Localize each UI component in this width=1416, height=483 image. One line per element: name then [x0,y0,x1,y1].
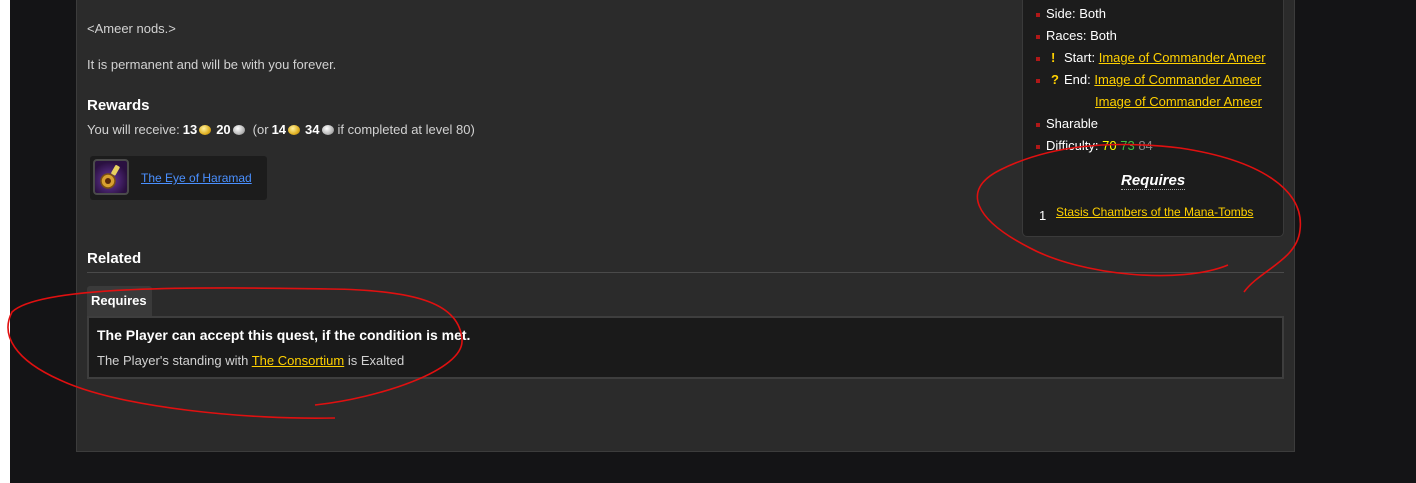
bullet [1036,79,1040,83]
silver-coin-icon [232,124,245,135]
requires-condition-box: The Player can accept this quest, if the… [87,316,1284,379]
gold-coin-icon [288,124,301,135]
condition-detail: The Player's standing with The Consortiu… [97,353,404,368]
end-npc-link-2[interactable]: Image of Commander Ameer [1095,94,1262,109]
info-end: End: Image of Commander Ameer [1064,72,1261,87]
end-label: End: [1064,72,1091,87]
quest-end-icon: ? [1051,72,1059,87]
reward-item[interactable]: The Eye of Haramad [90,156,267,200]
faction-link[interactable]: The Consortium [252,353,344,368]
requires-index: 1 [1039,208,1047,223]
reward-silver-amount: 20 [216,122,231,137]
reward-alt-gold-amount: 14 [271,122,287,137]
related-heading: Related [87,250,142,267]
bullet [1036,35,1040,39]
eye-of-haramad-icon[interactable] [93,159,129,195]
quest-text-nod: <Ameer nods.> [87,21,176,36]
difficulty-value-orange: 70 [1102,138,1117,153]
quest-infobox: Side: Both Races: Both ! Start: Image of… [1022,0,1284,237]
silver-coin-icon [321,124,334,135]
bullet [1036,123,1040,127]
reward-gold-amount: 13 [182,122,198,137]
reward-money-line: You will receive: 13 20 (or 14 34 if com… [87,122,475,137]
bullet [1036,145,1040,149]
reward-item-link[interactable]: The Eye of Haramad [141,171,252,185]
quest-text-permanent: It is permanent and will be with you for… [87,57,337,72]
condition-suffix: is Exalted [347,353,405,368]
infobox-requires-title: Requires [1121,172,1186,190]
difficulty-value-gray: 84 [1138,138,1153,153]
info-end-2: Image of Commander Ameer [1095,94,1262,109]
info-side: Side: Both [1046,6,1106,21]
related-divider [87,272,1284,273]
info-difficulty: Difficulty: 70 73 84 [1046,138,1153,153]
bullet [1036,57,1040,61]
start-label: Start: [1064,50,1096,65]
reward-alt-suffix: if completed at level 80) [337,122,475,137]
info-start: Start: Image of Commander Ameer [1064,50,1266,65]
difficulty-value-green: 73 [1120,138,1135,153]
start-npc-link[interactable]: Image of Commander Ameer [1099,50,1266,65]
end-npc-link[interactable]: Image of Commander Ameer [1094,72,1261,87]
quest-start-icon: ! [1051,50,1056,65]
bullet [1036,13,1040,17]
requires-quest-link[interactable]: Stasis Chambers of the Mana-Tombs [1056,205,1253,219]
reward-alt-silver-amount: 34 [305,122,320,137]
condition-prefix: The Player's standing with [97,353,249,368]
requires-quest-entry: Stasis Chambers of the Mana-Tombs [1056,205,1253,219]
info-races: Races: Both [1046,28,1117,43]
reward-prefix: You will receive: [87,122,180,137]
tab-requires[interactable]: Requires [87,286,152,317]
info-sharable: Sharable [1046,116,1099,131]
difficulty-label: Difficulty: [1046,138,1099,153]
reward-alt-prefix: (or [252,122,269,137]
condition-title: The Player can accept this quest, if the… [97,327,471,343]
gold-coin-icon [199,124,212,135]
rewards-heading: Rewards [87,97,150,114]
